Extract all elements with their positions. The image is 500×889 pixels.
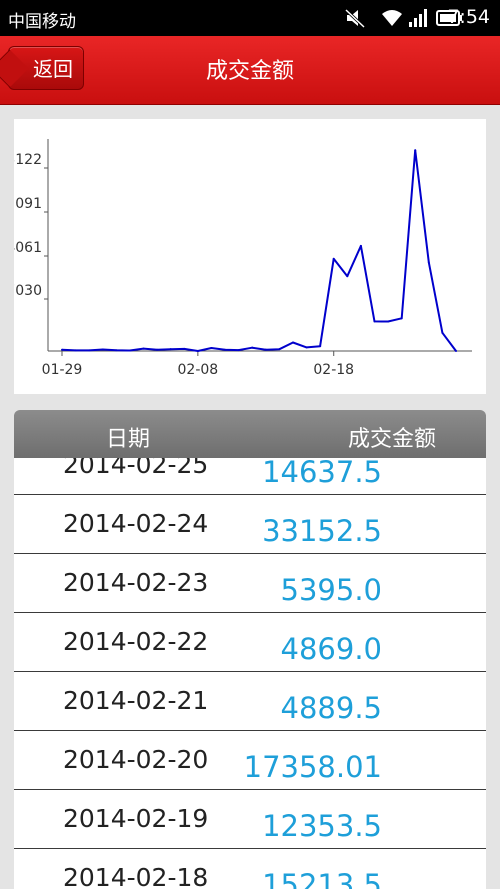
chart-card: 7030 4061 1091 3122 01-29 02-08 02-18 [14, 119, 486, 394]
y-tick-label: 3122 [14, 152, 42, 168]
data-point [305, 346, 308, 349]
table-row[interactable]: 2014-02-23 5395.0 [14, 554, 486, 613]
column-header-date: 日期 [106, 427, 151, 452]
y-tick-label: 4061 [14, 240, 42, 256]
row-amount: 12353.5 [262, 809, 382, 843]
x-tick-label: 01-29 [42, 362, 83, 378]
row-date: 2014-02-24 [63, 509, 209, 538]
status-bar: 中国移动 7:54 [0, 0, 500, 36]
data-point [251, 346, 254, 349]
signal-icon [408, 8, 430, 33]
data-point [88, 349, 91, 352]
series-line [61, 149, 457, 352]
data-point [210, 346, 213, 349]
table-header: 日期 成交金额 [14, 410, 486, 458]
row-amount: 15213.5 [262, 868, 382, 889]
table-row[interactable]: 2014-02-21 4889.5 [14, 672, 486, 731]
data-point [427, 261, 430, 264]
data-table[interactable]: 2014-02-25 14637.5 2014-02-24 33152.5 20… [14, 458, 486, 889]
data-point [169, 348, 172, 351]
x-tick-label: 02-08 [178, 362, 219, 378]
row-amount: 17358.01 [243, 750, 382, 784]
row-date: 2014-02-20 [63, 745, 209, 774]
row-date: 2014-02-18 [63, 863, 209, 889]
data-point [387, 320, 390, 323]
data-point [224, 348, 227, 351]
data-point [346, 275, 349, 278]
row-date: 2014-02-19 [63, 804, 209, 833]
data-point [142, 347, 145, 350]
turnover-line-chart: 7030 4061 1091 3122 01-29 02-08 02-18 [14, 139, 472, 378]
data-point [359, 244, 362, 247]
table-row[interactable]: 2014-02-24 33152.5 [14, 495, 486, 554]
data-point [183, 347, 186, 350]
wifi-icon [380, 8, 404, 33]
row-amount: 5395.0 [280, 573, 382, 607]
table-row[interactable]: 2014-02-25 14637.5 [14, 458, 486, 495]
table-row[interactable]: 2014-02-18 15213.5 [14, 849, 486, 889]
data-point [441, 331, 444, 334]
data-point [196, 350, 199, 352]
clock: 7:54 [447, 6, 490, 28]
data-point [400, 317, 403, 320]
row-amount: 33152.5 [262, 514, 382, 548]
row-amount: 4889.5 [280, 691, 382, 725]
data-point [74, 349, 77, 352]
y-tick-label: 7030 [14, 283, 42, 299]
row-date: 2014-02-22 [63, 627, 209, 656]
data-point [373, 320, 376, 323]
table-row[interactable]: 2014-02-20 17358.01 [14, 731, 486, 790]
data-point [332, 257, 335, 260]
data-point [61, 348, 63, 351]
data-point [156, 348, 159, 351]
data-point [414, 149, 417, 152]
table-row[interactable]: 2014-02-19 12353.5 [14, 790, 486, 849]
data-point [101, 348, 104, 351]
app-header: 返回 成交金额 [0, 36, 500, 105]
data-point [455, 350, 457, 352]
data-point [115, 349, 118, 352]
x-tick-label: 02-18 [313, 362, 354, 378]
carrier-label: 中国移动 [8, 12, 76, 32]
table-rows: 2014-02-25 14637.5 2014-02-24 33152.5 20… [14, 458, 486, 889]
mute-icon [344, 8, 366, 33]
data-point [291, 341, 294, 344]
row-date: 2014-02-25 [63, 458, 209, 479]
row-amount: 4869.0 [280, 632, 382, 666]
row-date: 2014-02-21 [63, 686, 209, 715]
y-tick-label: 1091 [14, 196, 42, 212]
row-amount: 14637.5 [262, 458, 382, 489]
row-date: 2014-02-23 [63, 568, 209, 597]
data-point [278, 348, 281, 351]
page-title: 成交金额 [205, 59, 294, 84]
column-header-amount: 成交金额 [347, 427, 436, 452]
table-row[interactable]: 2014-02-22 4869.0 [14, 613, 486, 672]
data-point [237, 349, 240, 352]
data-point [319, 345, 322, 348]
data-point [128, 349, 131, 352]
data-point [264, 348, 267, 351]
